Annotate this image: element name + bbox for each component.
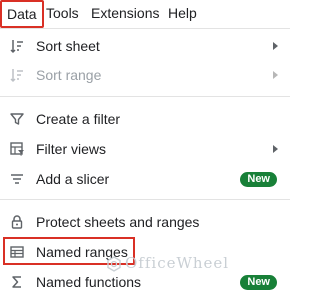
sort-icon: [9, 38, 25, 54]
menu-separator: [0, 199, 290, 200]
menu-item-add-slicer[interactable]: Add a slicer New: [0, 164, 290, 194]
menu-separator: [0, 96, 290, 97]
filter-views-icon: [9, 141, 25, 157]
menu-item-sort-range: Sort range: [0, 60, 290, 90]
menu-item-label: Sort sheet: [36, 38, 100, 54]
new-badge: New: [240, 275, 277, 290]
watermark-text: OfficeWheel: [125, 254, 230, 272]
menu-item-label: Sort range: [36, 67, 102, 83]
officewheel-logo-icon: [106, 256, 122, 272]
new-badge: New: [240, 172, 277, 187]
filter-icon: [9, 111, 25, 127]
menu-tools[interactable]: Tools: [46, 5, 79, 21]
watermark: OfficeWheel: [106, 254, 229, 274]
menu-item-label: Protect sheets and ranges: [36, 214, 200, 230]
menu-item-sort-sheet[interactable]: Sort sheet: [0, 31, 290, 61]
menu-data[interactable]: Data: [0, 0, 44, 28]
slicer-icon: [9, 171, 25, 187]
menu-item-label: Create a filter: [36, 111, 121, 127]
menu-item-label: Add a slicer: [36, 171, 110, 187]
lock-icon: [9, 214, 25, 230]
submenu-arrow-icon: [273, 71, 278, 79]
menu-item-protect-sheets[interactable]: Protect sheets and ranges: [0, 207, 290, 237]
submenu-arrow-icon: [273, 145, 278, 153]
menu-item-label: Filter views: [36, 141, 107, 157]
menu-divider: [0, 28, 290, 29]
sort-icon: [9, 67, 25, 83]
submenu-arrow-icon: [273, 42, 278, 50]
menu-item-filter-views[interactable]: Filter views: [0, 134, 290, 164]
menu-help[interactable]: Help: [168, 5, 197, 21]
menu-item-label: Named functions: [36, 274, 142, 290]
sigma-icon: [9, 274, 25, 290]
menu-item-create-filter[interactable]: Create a filter: [0, 104, 290, 134]
menu-bar: Data Tools Extensions Help: [0, 0, 290, 28]
menu-extensions[interactable]: Extensions: [91, 5, 159, 21]
